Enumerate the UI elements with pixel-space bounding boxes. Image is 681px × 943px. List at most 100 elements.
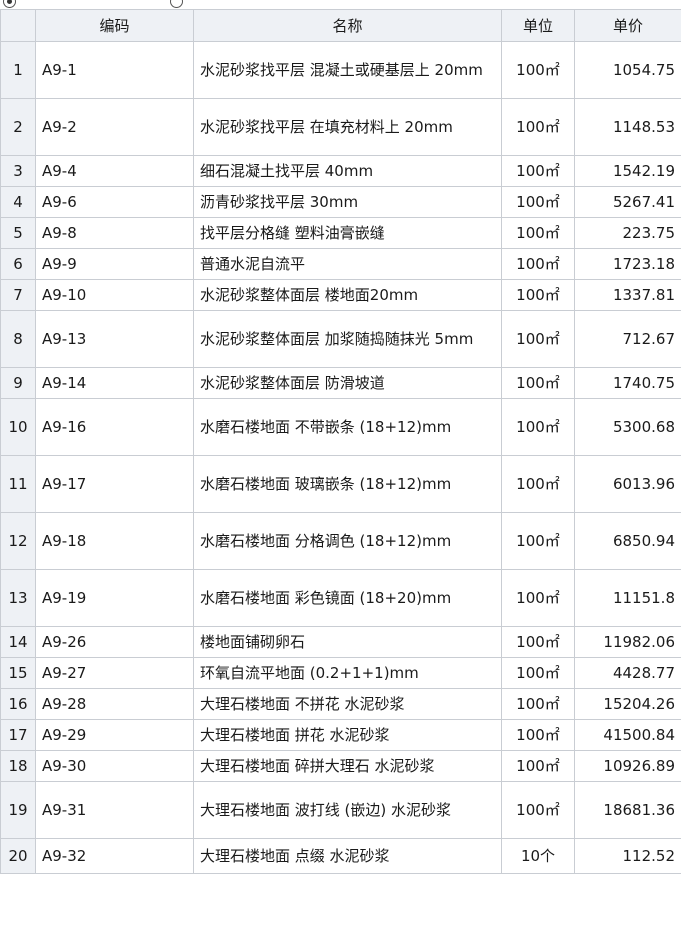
unit-price-cell[interactable]: 223.75 — [574, 217, 681, 249]
code-cell[interactable]: A9-4 — [35, 155, 194, 187]
code-cell[interactable]: A9-1 — [35, 41, 194, 99]
table-row[interactable]: 17 A9-29 大理石楼地面 拼花 水泥砂浆 100㎡ 41500.84 — [0, 719, 681, 751]
row-number-cell[interactable]: 20 — [0, 838, 36, 874]
row-number-cell[interactable]: 5 — [0, 217, 36, 249]
name-cell[interactable]: 水磨石楼地面 彩色镜面 (18+20)mm — [193, 569, 502, 627]
unit-cell[interactable]: 10个 — [501, 838, 575, 874]
unit-cell[interactable]: 100㎡ — [501, 455, 575, 513]
code-cell[interactable]: A9-29 — [35, 719, 194, 751]
name-cell[interactable]: 水磨石楼地面 玻璃嵌条 (18+12)mm — [193, 455, 502, 513]
unit-price-cell[interactable]: 11151.8 — [574, 569, 681, 627]
unit-price-cell[interactable]: 18681.36 — [574, 781, 681, 839]
name-cell[interactable]: 环氧自流平地面 (0.2+1+1)mm — [193, 657, 502, 689]
table-row[interactable]: 2 A9-2 水泥砂浆找平层 在填充材料上 20mm 100㎡ 1148.53 — [0, 98, 681, 156]
row-number-cell[interactable]: 10 — [0, 398, 36, 456]
table-row[interactable]: 20 A9-32 大理石楼地面 点缀 水泥砂浆 10个 112.52 — [0, 838, 681, 874]
row-number-cell[interactable]: 9 — [0, 367, 36, 399]
row-number-cell[interactable]: 3 — [0, 155, 36, 187]
row-number-cell[interactable]: 17 — [0, 719, 36, 751]
unit-cell[interactable]: 100㎡ — [501, 688, 575, 720]
table-row[interactable]: 14 A9-26 楼地面铺砌卵石 100㎡ 11982.06 — [0, 626, 681, 658]
name-cell[interactable]: 大理石楼地面 拼花 水泥砂浆 — [193, 719, 502, 751]
row-number-cell[interactable]: 15 — [0, 657, 36, 689]
table-row[interactable]: 18 A9-30 大理石楼地面 碎拼大理石 水泥砂浆 100㎡ 10926.89 — [0, 750, 681, 782]
unit-price-cell[interactable]: 1723.18 — [574, 248, 681, 280]
name-cell[interactable]: 水磨石楼地面 不带嵌条 (18+12)mm — [193, 398, 502, 456]
row-number-cell[interactable]: 14 — [0, 626, 36, 658]
table-row[interactable]: 11 A9-17 水磨石楼地面 玻璃嵌条 (18+12)mm 100㎡ 6013.96 — [0, 455, 681, 513]
code-cell[interactable]: A9-13 — [35, 310, 194, 368]
name-cell[interactable]: 水泥砂浆找平层 在填充材料上 20mm — [193, 98, 502, 156]
table-row[interactable]: 6 A9-9 普通水泥自流平 100㎡ 1723.18 — [0, 248, 681, 280]
code-cell[interactable]: A9-10 — [35, 279, 194, 311]
code-cell[interactable]: A9-16 — [35, 398, 194, 456]
unit-cell[interactable]: 100㎡ — [501, 398, 575, 456]
name-cell[interactable]: 楼地面铺砌卵石 — [193, 626, 502, 658]
header-name[interactable]: 名称 — [193, 9, 502, 42]
code-cell[interactable]: A9-8 — [35, 217, 194, 249]
unit-price-cell[interactable]: 15204.26 — [574, 688, 681, 720]
unit-price-cell[interactable]: 5267.41 — [574, 186, 681, 218]
name-cell[interactable]: 沥青砂浆找平层 30mm — [193, 186, 502, 218]
name-cell[interactable]: 普通水泥自流平 — [193, 248, 502, 280]
unit-cell[interactable]: 100㎡ — [501, 217, 575, 249]
unit-price-cell[interactable]: 1740.75 — [574, 367, 681, 399]
unit-price-cell[interactable]: 10926.89 — [574, 750, 681, 782]
header-unit-price[interactable]: 单价 — [574, 9, 681, 42]
row-number-cell[interactable]: 4 — [0, 186, 36, 218]
table-row[interactable]: 1 A9-1 水泥砂浆找平层 混凝土或硬基层上 20mm 100㎡ 1054.75 — [0, 41, 681, 99]
table-row[interactable]: 16 A9-28 大理石楼地面 不拼花 水泥砂浆 100㎡ 15204.26 — [0, 688, 681, 720]
unit-cell[interactable]: 100㎡ — [501, 279, 575, 311]
row-number-cell[interactable]: 12 — [0, 512, 36, 570]
unit-cell[interactable]: 100㎡ — [501, 750, 575, 782]
row-number-cell[interactable]: 8 — [0, 310, 36, 368]
name-cell[interactable]: 细石混凝土找平层 40mm — [193, 155, 502, 187]
name-cell[interactable]: 找平层分格缝 塑料油膏嵌缝 — [193, 217, 502, 249]
code-cell[interactable]: A9-14 — [35, 367, 194, 399]
name-cell[interactable]: 水泥砂浆整体面层 楼地面20mm — [193, 279, 502, 311]
unit-price-cell[interactable]: 1148.53 — [574, 98, 681, 156]
row-number-cell[interactable]: 16 — [0, 688, 36, 720]
unit-cell[interactable]: 100㎡ — [501, 626, 575, 658]
unit-price-cell[interactable]: 1337.81 — [574, 279, 681, 311]
unit-price-cell[interactable]: 4428.77 — [574, 657, 681, 689]
row-number-cell[interactable]: 7 — [0, 279, 36, 311]
unit-cell[interactable]: 100㎡ — [501, 41, 575, 99]
unit-cell[interactable]: 100㎡ — [501, 367, 575, 399]
name-cell[interactable]: 大理石楼地面 点缀 水泥砂浆 — [193, 838, 502, 874]
code-cell[interactable]: A9-27 — [35, 657, 194, 689]
name-cell[interactable]: 大理石楼地面 波打线 (嵌边) 水泥砂浆 — [193, 781, 502, 839]
unit-price-cell[interactable]: 11982.06 — [574, 626, 681, 658]
row-number-cell[interactable]: 13 — [0, 569, 36, 627]
table-row[interactable]: 10 A9-16 水磨石楼地面 不带嵌条 (18+12)mm 100㎡ 5300.68 — [0, 398, 681, 456]
row-number-cell[interactable]: 18 — [0, 750, 36, 782]
code-cell[interactable]: A9-28 — [35, 688, 194, 720]
code-cell[interactable]: A9-9 — [35, 248, 194, 280]
unit-cell[interactable]: 100㎡ — [501, 657, 575, 689]
unit-price-cell[interactable]: 6013.96 — [574, 455, 681, 513]
code-cell[interactable]: A9-6 — [35, 186, 194, 218]
unit-price-cell[interactable]: 5300.68 — [574, 398, 681, 456]
table-row[interactable]: 7 A9-10 水泥砂浆整体面层 楼地面20mm 100㎡ 1337.81 — [0, 279, 681, 311]
unit-price-cell[interactable]: 112.52 — [574, 838, 681, 874]
table-row[interactable]: 4 A9-6 沥青砂浆找平层 30mm 100㎡ 5267.41 — [0, 186, 681, 218]
header-code[interactable]: 编码 — [35, 9, 194, 42]
table-row[interactable]: 8 A9-13 水泥砂浆整体面层 加浆随捣随抹光 5mm 100㎡ 712.67 — [0, 310, 681, 368]
unit-cell[interactable]: 100㎡ — [501, 512, 575, 570]
code-cell[interactable]: A9-17 — [35, 455, 194, 513]
code-cell[interactable]: A9-18 — [35, 512, 194, 570]
table-row[interactable]: 9 A9-14 水泥砂浆整体面层 防滑坡道 100㎡ 1740.75 — [0, 367, 681, 399]
name-cell[interactable]: 水泥砂浆整体面层 加浆随捣随抹光 5mm — [193, 310, 502, 368]
unit-price-cell[interactable]: 6850.94 — [574, 512, 681, 570]
unit-price-cell[interactable]: 712.67 — [574, 310, 681, 368]
table-row[interactable]: 3 A9-4 细石混凝土找平层 40mm 100㎡ 1542.19 — [0, 155, 681, 187]
row-number-cell[interactable]: 2 — [0, 98, 36, 156]
name-cell[interactable]: 大理石楼地面 不拼花 水泥砂浆 — [193, 688, 502, 720]
header-row-number[interactable] — [0, 9, 36, 42]
radio-option-2[interactable] — [170, 0, 183, 8]
table-row[interactable]: 15 A9-27 环氧自流平地面 (0.2+1+1)mm 100㎡ 4428.77 — [0, 657, 681, 689]
header-unit[interactable]: 单位 — [501, 9, 575, 42]
code-cell[interactable]: A9-30 — [35, 750, 194, 782]
unit-cell[interactable]: 100㎡ — [501, 781, 575, 839]
row-number-cell[interactable]: 1 — [0, 41, 36, 99]
